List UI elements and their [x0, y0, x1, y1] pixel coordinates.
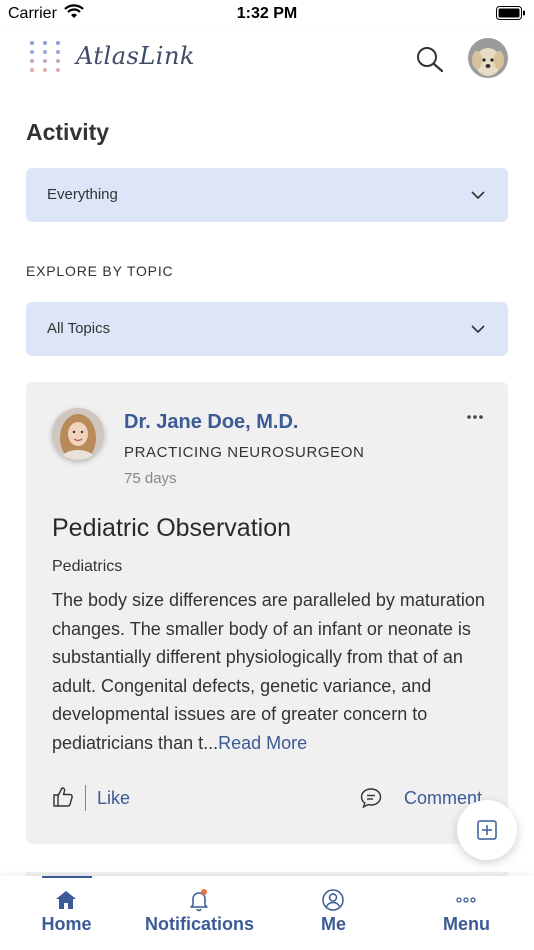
chevron-down-icon: [470, 187, 486, 203]
tab-menu[interactable]: Menu: [400, 876, 533, 950]
app-header: AtlasLink: [0, 28, 534, 90]
read-more-link[interactable]: Read More: [218, 733, 307, 753]
activity-filter-value: Everything: [47, 186, 118, 203]
avatar[interactable]: [468, 38, 508, 78]
logo-icon: [28, 40, 66, 78]
tab-home[interactable]: Home: [0, 876, 133, 950]
battery-icon: [496, 6, 526, 20]
tab-me[interactable]: Me: [267, 876, 400, 950]
tab-label: Menu: [443, 914, 490, 934]
post-topic: Pediatrics: [52, 558, 123, 575]
tab-label: Home: [41, 914, 92, 934]
more-dots-icon: [454, 888, 478, 912]
activity-filter-dropdown[interactable]: Everything: [26, 168, 508, 222]
action-divider: [85, 785, 86, 811]
topic-filter-dropdown[interactable]: All Topics: [26, 302, 508, 356]
activity-feed: Activity Everything EXPLORE BY TOPIC All…: [0, 90, 534, 876]
post-title[interactable]: Pediatric Observation: [52, 514, 291, 543]
author-name[interactable]: Dr. Jane Doe, M.D.: [124, 411, 299, 434]
author-title: PRACTICING NEUROSURGEON: [124, 444, 365, 461]
bottom-tab-bar: Home Notifications Me Menu: [0, 876, 534, 950]
page-title: Activity: [26, 119, 110, 145]
clock: 1:32 PM: [236, 5, 298, 22]
create-post-button[interactable]: [457, 800, 517, 860]
tab-label: Me: [320, 914, 346, 934]
add-square-icon: [477, 820, 497, 840]
home-icon: [54, 888, 78, 912]
post-card[interactable]: Dr. Jane Doe, M.D. PRACTICING NEUROSURGE…: [26, 382, 508, 844]
profile-icon: [321, 888, 345, 912]
topic-filter-value: All Topics: [47, 320, 111, 337]
post-body: The body size differences are paralleled…: [52, 586, 492, 757]
post-timestamp: 75 days: [124, 470, 177, 487]
app-name: AtlasLink: [76, 42, 195, 70]
explore-section-label: EXPLORE BY TOPIC: [26, 263, 174, 279]
status-bar: Carrier 1:32 PM: [0, 0, 534, 28]
bell-icon: [187, 888, 211, 912]
post-body-text: The body size differences are paralleled…: [52, 590, 485, 753]
more-options-icon[interactable]: [466, 408, 484, 419]
chevron-down-icon: [470, 321, 486, 337]
search-icon[interactable]: [414, 44, 446, 76]
tab-label: Notifications: [144, 914, 254, 934]
tab-notifications[interactable]: Notifications: [133, 876, 266, 950]
like-button[interactable]: Like: [97, 788, 130, 809]
author-avatar[interactable]: [52, 408, 104, 460]
thumbs-up-icon[interactable]: [52, 786, 74, 808]
comment-icon[interactable]: [360, 787, 382, 809]
